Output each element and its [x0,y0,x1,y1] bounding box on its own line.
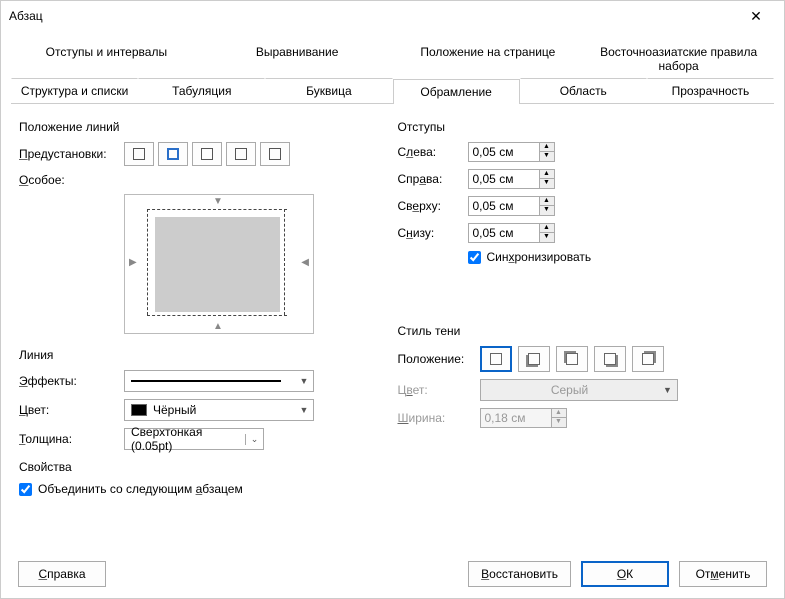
shadow-bl[interactable] [518,346,550,372]
line-head: Линия [19,348,388,362]
tab-textflow[interactable]: Положение на странице [393,39,584,78]
spin-up-icon[interactable]: ▲ [540,170,554,179]
spin-up-icon[interactable]: ▲ [540,224,554,233]
line-arrangement-head: Положение линий [19,120,388,134]
line-style-dropdown[interactable]: ▼ [124,370,314,392]
preset-none[interactable] [124,142,154,166]
tab-area[interactable]: Область [520,78,647,103]
presets-label: Предустановки: [19,147,124,161]
width-value: Сверхтонкая (0.05pt) [131,425,239,453]
spin-up-icon: ▲ [552,409,566,418]
color-label: Цвет: [19,403,124,417]
dialog-footer: Справка Восстановить ОК Отменить [0,561,785,587]
tab-indents[interactable]: Отступы и интервалы [11,39,202,78]
shadow-width-spinner: ▲▼ [480,408,567,428]
chevron-down-icon: ▼ [659,385,677,395]
pad-right-input[interactable] [468,169,540,189]
pad-top-label: Сверху: [398,199,468,213]
tab-dropcaps[interactable]: Буквица [265,78,392,103]
shadow-none[interactable] [480,346,512,372]
help-button[interactable]: Справка [18,561,106,587]
window-title: Абзац [9,9,43,23]
shadow-width-label: Ширина: [398,411,480,425]
pad-right-spinner[interactable]: ▲▼ [468,169,555,189]
tab-borders[interactable]: Обрамление [393,79,520,104]
pad-right-label: Справа: [398,172,468,186]
pad-bottom-label: Снизу: [398,226,468,240]
pad-bottom-spinner[interactable]: ▲▼ [468,223,555,243]
userdefined-label: Особое: [19,173,124,187]
preset-box[interactable] [158,142,188,166]
spin-down-icon[interactable]: ▼ [540,179,554,188]
preset-3[interactable] [226,142,256,166]
spin-down-icon[interactable]: ▼ [540,152,554,161]
merge-checkbox[interactable] [19,483,32,496]
shadow-color-value: Серый [551,383,588,397]
titlebar: Абзац ✕ [1,1,784,31]
line-color-dropdown[interactable]: Чёрный ▼ [124,399,314,421]
spin-down-icon[interactable]: ▼ [540,233,554,242]
padding-head: Отступы [398,120,767,134]
left-column: Положение линий Предустановки: Особое: ▼… [19,114,388,496]
pad-top-input[interactable] [468,196,540,216]
shadow-tr[interactable] [632,346,664,372]
spin-down-icon: ▼ [552,418,566,427]
tab-outline[interactable]: Структура и списки [11,78,138,103]
shadow-pos-label: Положение: [398,352,480,366]
spin-up-icon[interactable]: ▲ [540,197,554,206]
tab-transparency[interactable]: Прозрачность [647,78,774,103]
tab-asian[interactable]: Восточноазиатские правила набора [583,39,774,78]
sync-checkbox[interactable] [468,251,481,264]
chevron-down-icon: ▼ [295,376,313,386]
tab-alignment[interactable]: Выравнивание [202,39,393,78]
spin-up-icon[interactable]: ▲ [540,143,554,152]
line-width-dropdown[interactable]: Сверхтонкая (0.05pt) ⌄ [124,428,264,450]
pad-top-spinner[interactable]: ▲▼ [468,196,555,216]
shadow-color-label: Цвет: [398,383,480,397]
spin-down-icon[interactable]: ▼ [540,206,554,215]
tab-tabs[interactable]: Табуляция [138,78,265,103]
preset-4[interactable] [260,142,290,166]
shadow-tl[interactable] [556,346,588,372]
close-button[interactable]: ✕ [736,2,776,30]
border-preview[interactable]: ▼ ▲ ▶ ◀ [124,194,314,334]
tab-strip: Отступы и интервалы Выравнивание Положен… [11,39,774,104]
pad-bottom-input[interactable] [468,223,540,243]
right-column: Отступы Слева: ▲▼ Справа: ▲▼ Сверху: ▲▼ … [388,114,767,496]
ok-button[interactable]: ОК [581,561,669,587]
style-label: Эффекты: [19,374,124,388]
shadow-width-input [480,408,552,428]
sync-label: Синхронизировать [487,250,592,264]
shadow-br[interactable] [594,346,626,372]
pad-left-input[interactable] [468,142,540,162]
merge-label: Объединить со следующим абзацем [38,482,243,496]
chevron-down-icon: ⌄ [245,434,263,445]
merge-checkbox-row: Объединить со следующим абзацем [19,482,388,496]
properties-head: Свойства [19,460,388,474]
pad-left-spinner[interactable]: ▲▼ [468,142,555,162]
shadow-head: Стиль тени [398,324,767,338]
color-value: Чёрный [153,403,196,417]
cancel-button[interactable]: Отменить [679,561,767,587]
shadow-color-dropdown: Серый ▼ [480,379,678,401]
preset-shadow[interactable] [192,142,222,166]
reset-button[interactable]: Восстановить [468,561,571,587]
width-label: Толщина: [19,432,124,446]
chevron-down-icon: ▼ [295,405,313,415]
pad-left-label: Слева: [398,145,468,159]
